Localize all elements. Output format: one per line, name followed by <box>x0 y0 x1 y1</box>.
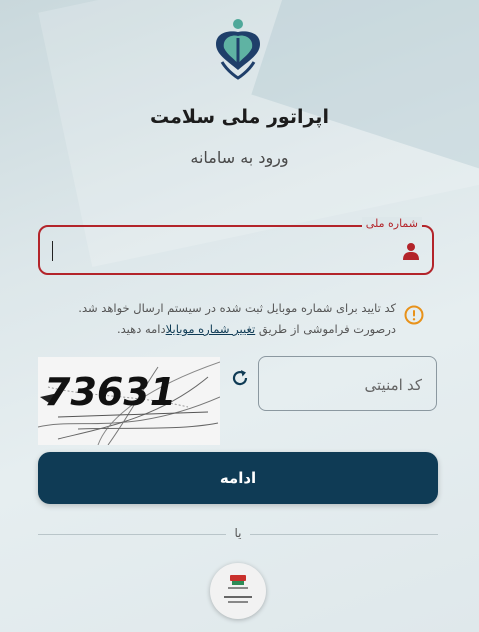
user-icon <box>403 243 419 260</box>
page-subtitle: ورود به سامانه <box>190 148 289 167</box>
notice-text-after: ادامه دهید. <box>116 322 166 336</box>
government-services-login-button[interactable] <box>210 563 266 619</box>
national-id-field[interactable]: شماره ملی <box>38 217 434 275</box>
notice-line-2: درصورت فراموشی از طریق تغییر شماره موبای… <box>60 319 396 340</box>
page-title: اپراتور ملی سلامت <box>150 106 329 128</box>
health-logo-icon <box>216 19 260 80</box>
national-id-label: شماره ملی <box>361 217 422 230</box>
continue-button[interactable]: ادامه <box>38 452 438 504</box>
warning-icon <box>404 305 424 325</box>
refresh-icon[interactable] <box>230 368 250 388</box>
national-id-input[interactable] <box>50 235 392 267</box>
notice-line-1: کد تایید برای شماره موبایل ثبت شده در سی… <box>78 301 396 315</box>
captcha-text: 73631 <box>44 370 176 414</box>
divider-left <box>38 534 226 535</box>
captcha-input[interactable] <box>267 367 424 403</box>
captcha-field[interactable] <box>258 356 437 411</box>
text-cursor <box>52 241 53 261</box>
divider-right <box>250 534 438 535</box>
or-separator: یا <box>234 526 242 540</box>
government-services-logo-icon <box>224 575 252 603</box>
notice-text-before: درصورت فراموشی از طریق <box>258 322 396 336</box>
captcha-image: 73631 <box>38 357 220 445</box>
otp-notice: کد تایید برای شماره موبایل ثبت شده در سی… <box>60 298 396 340</box>
change-mobile-link[interactable]: تغییر شماره موبایل <box>166 322 256 336</box>
